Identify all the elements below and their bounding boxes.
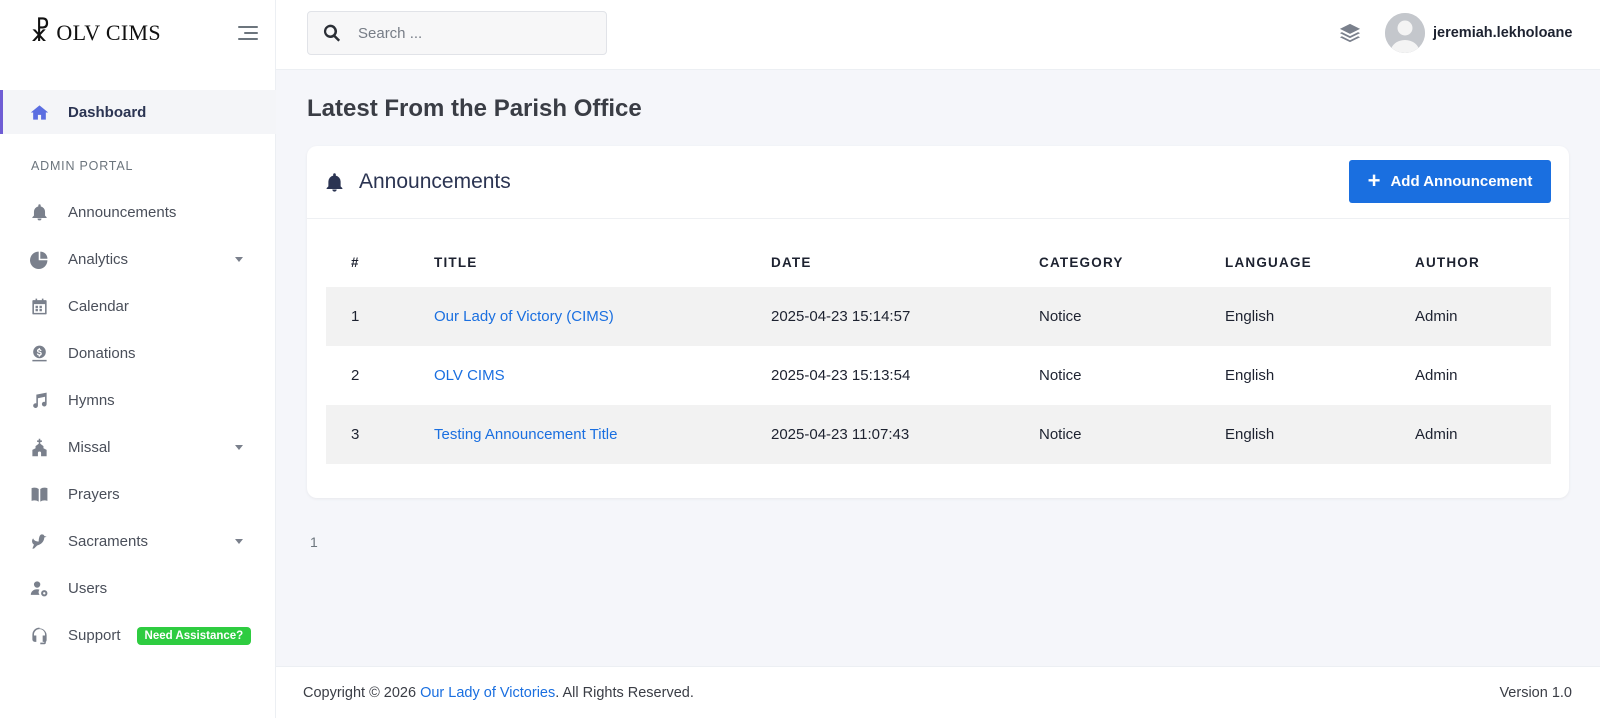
cell-number: 3 (326, 405, 434, 464)
table-row[interactable]: 1 Our Lady of Victory (CIMS) 2025-04-23 … (326, 287, 1551, 346)
avatar[interactable] (1385, 13, 1425, 53)
cell-date: 2025-04-23 11:07:43 (771, 405, 1039, 464)
footer-org-link[interactable]: Our Lady of Victories (420, 685, 555, 701)
sidebar-item-label: Announcements (68, 204, 177, 221)
sidebar-item-analytics[interactable]: Analytics (0, 236, 276, 283)
chevron-down-icon[interactable] (235, 445, 243, 450)
cell-language: English (1225, 367, 1275, 384)
sidebar: ☧ OLV CIMS Dashboard ADMIN PORTAL Announ… (0, 0, 276, 718)
support-badge[interactable]: Need Assistance? (136, 626, 252, 645)
layers-icon[interactable] (1339, 22, 1361, 44)
table-row[interactable]: 3 Testing Announcement Title 2025-04-23 … (326, 405, 1551, 464)
chi-rho-icon: ☧ (30, 18, 51, 48)
sidebar-item-missal[interactable]: Missal (0, 424, 276, 471)
brand-name: OLV CIMS (56, 20, 161, 45)
announcements-table: # TITLE DATE CATEGORY LANGUAGE AUTHOR 1 … (326, 237, 1551, 464)
announcement-title-link[interactable]: Testing Announcement Title (434, 426, 617, 443)
sidebar-nav: Announcements Analytics Calendar Donatio… (0, 189, 276, 659)
sidebar-item-hymns[interactable]: Hymns (0, 377, 276, 424)
sidebar-item-label: Users (68, 580, 108, 597)
sidebar-item-label: Donations (68, 345, 136, 362)
page-title: Latest From the Parish Office (307, 95, 642, 122)
sidebar-item-support[interactable]: Support Need Assistance? (0, 612, 276, 659)
sidebar-item-label: Sacraments (68, 533, 149, 550)
cell-category: Notice (1039, 287, 1225, 346)
cell-date: 2025-04-23 15:14:57 (771, 287, 1039, 346)
sidebar-item-sacraments[interactable]: Sacraments (0, 518, 276, 565)
footer-copyright: Copyright © 2026 Our Lady of Victories. … (303, 685, 694, 701)
sidebar-item-announcements[interactable]: Announcements (0, 189, 276, 236)
column-header-number[interactable]: # (326, 237, 434, 287)
footer: Copyright © 2026 Our Lady of Victories. … (276, 666, 1600, 718)
card-header: Announcements + Add Announcement (307, 146, 1569, 219)
add-announcement-button[interactable]: + Add Announcement (1349, 160, 1551, 203)
sidebar-item-users[interactable]: Users (0, 565, 276, 612)
brand-logo[interactable]: ☧ OLV CIMS (30, 18, 161, 48)
chevron-down-icon[interactable] (235, 257, 243, 262)
sidebar-item-label: Missal (68, 439, 111, 456)
add-announcement-label: Add Announcement (1390, 173, 1533, 190)
bell-icon (324, 171, 345, 193)
copyright-suffix: . All Rights Reserved. (555, 685, 694, 701)
cell-title: Our Lady of Victory (CIMS) (434, 287, 771, 346)
cell-number: 1 (326, 287, 434, 346)
announcements-card: Announcements + Add Announcement # TITLE… (307, 146, 1569, 498)
cell-title: OLV CIMS (434, 346, 771, 405)
chevron-down-icon[interactable] (235, 539, 243, 544)
table-row[interactable]: 2 OLV CIMS 2025-04-23 15:13:54 Notice En… (326, 346, 1551, 405)
calendar-icon (29, 297, 49, 317)
book-icon (29, 485, 49, 505)
menu-toggle-icon[interactable] (236, 24, 258, 42)
card-title: Announcements (359, 170, 511, 193)
footer-version: Version 1.0 (1499, 685, 1572, 701)
column-header-category[interactable]: CATEGORY (1039, 237, 1225, 287)
cell-author: Admin (1415, 405, 1551, 464)
table-header-row: # TITLE DATE CATEGORY LANGUAGE AUTHOR (326, 237, 1551, 287)
announcement-title-link[interactable]: Our Lady of Victory (CIMS) (434, 308, 614, 325)
sidebar-item-label: Support (68, 627, 121, 644)
dove-icon (29, 532, 49, 552)
cell-language: English (1225, 405, 1415, 464)
cell-category: Notice (1039, 367, 1082, 384)
pagination-page[interactable]: 1 (310, 534, 318, 550)
cell-category: Notice (1039, 405, 1225, 464)
sidebar-item-label: Hymns (68, 392, 115, 409)
cell-date: 2025-04-23 15:13:54 (771, 367, 911, 384)
cell-author: Admin (1415, 287, 1551, 346)
sidebar-item-donations[interactable]: Donations (0, 330, 276, 377)
search-box[interactable] (307, 11, 607, 55)
bell-icon (29, 203, 49, 223)
search-input[interactable] (358, 24, 578, 42)
sidebar-item-prayers[interactable]: Prayers (0, 471, 276, 518)
sidebar-item-dashboard[interactable]: Dashboard (0, 90, 276, 134)
column-header-date[interactable]: DATE (771, 237, 1039, 287)
user-gear-icon (29, 579, 49, 599)
cell-language: English (1225, 287, 1415, 346)
column-header-author[interactable]: AUTHOR (1415, 237, 1551, 287)
money-icon (29, 344, 49, 364)
sidebar-item-label: Dashboard (68, 103, 147, 121)
music-icon (29, 391, 49, 411)
copyright-prefix: Copyright © 2026 (303, 685, 421, 701)
sidebar-item-label: Analytics (68, 251, 129, 268)
cell-title: Testing Announcement Title (434, 405, 771, 464)
column-header-language[interactable]: LANGUAGE (1225, 237, 1415, 287)
search-icon (323, 24, 341, 42)
sidebar-section-label: ADMIN PORTAL (31, 159, 134, 173)
cell-author: Admin (1415, 367, 1458, 384)
sidebar-item-calendar[interactable]: Calendar (0, 283, 276, 330)
sidebar-item-label: Calendar (68, 298, 129, 315)
pie-chart-icon (29, 250, 49, 270)
column-header-title[interactable]: TITLE (434, 237, 771, 287)
username[interactable]: jeremiah.lekholoane (1433, 25, 1572, 41)
church-icon (29, 438, 49, 458)
home-icon (29, 102, 49, 122)
announcement-title-link[interactable]: OLV CIMS (434, 367, 505, 384)
sidebar-item-label: Prayers (68, 486, 120, 503)
plus-icon: + (1367, 167, 1381, 193)
headset-icon (29, 626, 49, 646)
cell-number: 2 (351, 367, 360, 384)
topbar: jeremiah.lekholoane (276, 0, 1600, 70)
